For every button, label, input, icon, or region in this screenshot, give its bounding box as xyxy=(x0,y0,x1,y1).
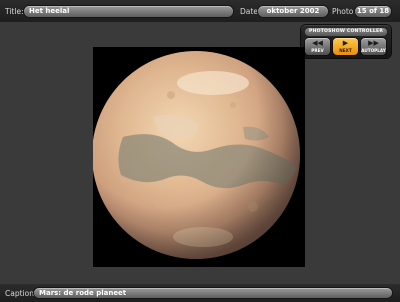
caption-label: Caption: xyxy=(5,289,37,298)
play-icon: ▶ xyxy=(342,39,349,47)
prev-button-label: PREV xyxy=(311,48,324,53)
title-field: Het heelal xyxy=(24,6,233,17)
next-button[interactable]: ▶ NEXT xyxy=(333,38,358,55)
controller-title: PHOTOSHOW CONTROLLER xyxy=(305,28,387,36)
caption-field: Mars: de rode planeet xyxy=(34,288,392,298)
header-bar: Title: Het heelal Date: oktober 2002 Pho… xyxy=(0,0,400,22)
autoplay-button[interactable]: ▶▶ AUTOPLAY xyxy=(361,38,386,55)
next-button-label: NEXT xyxy=(339,48,352,53)
photoshow-controller: PHOTOSHOW CONTROLLER ◀◀ PREV ▶ NEXT ▶▶ A… xyxy=(301,25,391,58)
date-field: oktober 2002 xyxy=(258,6,328,17)
photo-counter: 15 of 18 xyxy=(355,6,391,17)
fast-forward-icon: ▶▶ xyxy=(368,39,379,47)
photo-label: Photo: xyxy=(332,7,356,16)
footer-bar: Caption: Mars: de rode planeet xyxy=(0,284,400,302)
rewind-icon: ◀◀ xyxy=(312,39,323,47)
photo-viewer xyxy=(93,47,305,267)
mars-planet-image xyxy=(93,51,300,259)
autoplay-button-label: AUTOPLAY xyxy=(361,48,386,53)
title-label: Title: xyxy=(5,7,24,16)
prev-button[interactable]: ◀◀ PREV xyxy=(305,38,330,55)
